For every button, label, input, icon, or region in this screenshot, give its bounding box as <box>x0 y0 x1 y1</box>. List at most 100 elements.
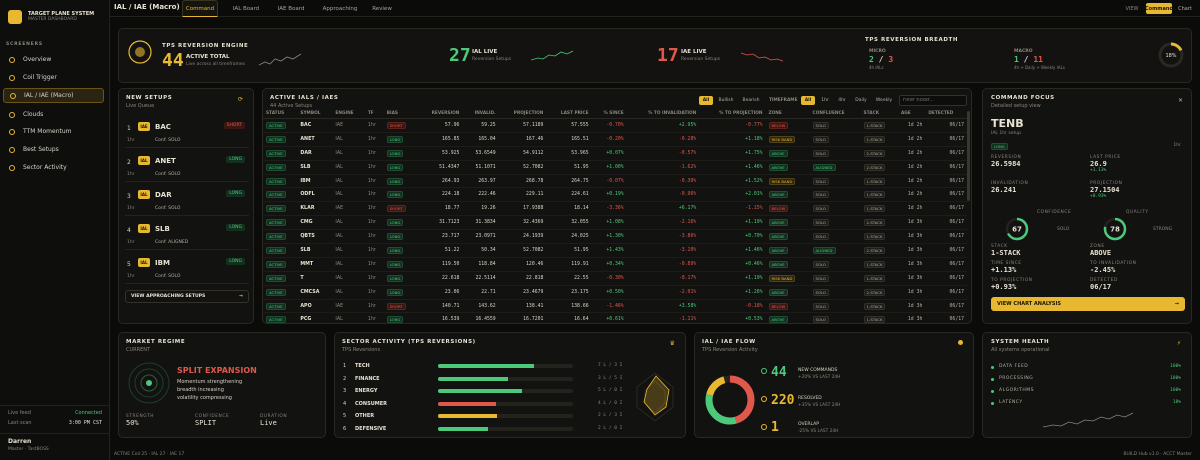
table-row[interactable]: ACTIVE MMT IAL 1hr LONG 119.50 118.84 120.46 119… <box>263 257 967 272</box>
tf-filter-all[interactable]: All <box>801 96 815 105</box>
sector-row[interactable]: 5 OTHER 2 L / 3 I <box>343 411 622 423</box>
column-header[interactable]: TF <box>364 109 384 119</box>
table-cell: 264.75 <box>546 174 592 189</box>
table-cell: 57.555 <box>546 118 592 133</box>
quality-label: QUALITY <box>1126 210 1149 215</box>
breadth-percent: 18% <box>1165 53 1176 59</box>
table-cell: IAL <box>332 243 365 258</box>
column-header[interactable]: ENGINE <box>332 109 365 119</box>
sidebar-item-coil-trigger[interactable]: Coil Trigger <box>3 70 104 85</box>
tab-ial-board[interactable]: IAL Board <box>230 0 262 17</box>
column-header[interactable]: AGE <box>897 109 926 119</box>
cell-badge: SOLO <box>812 135 829 143</box>
table-cell: 118.84 <box>462 257 499 272</box>
table-cell: 1-STACK <box>860 299 898 314</box>
tf-filter-1hr[interactable]: 1hr <box>818 96 832 105</box>
sidebar-item-label: Best Setups <box>23 146 59 153</box>
table-row[interactable]: ACTIVE KLAR IAE 1hr SHORT 18.77 19.26 17.9388 18… <box>263 201 967 217</box>
column-header[interactable]: STATUS <box>263 109 298 119</box>
tf-filter-daily[interactable]: Daily <box>852 96 870 105</box>
sector-row[interactable]: 3 ENERGY 5 L / 0 I <box>343 386 622 398</box>
view-approaching-button[interactable]: VIEW APPROACHING SETUPS → <box>125 290 249 303</box>
table-row[interactable]: ACTIVE QBTS IAL 1hr LONG 23.717 23.0971 24.1939… <box>263 229 967 245</box>
column-header[interactable]: REVERSION <box>417 109 463 119</box>
column-header[interactable]: % SINCE <box>591 109 627 119</box>
close-icon[interactable]: ✕ <box>1178 97 1183 104</box>
sidebar-item-best-setups[interactable]: Best Setups <box>3 142 104 157</box>
column-header[interactable]: DETECTED <box>925 109 967 119</box>
table-row[interactable]: ACTIVE IBM IAL 1hr LONG 264.93 263.97 268.78 264… <box>263 174 967 189</box>
tab-review[interactable]: Review <box>368 0 396 17</box>
status-dot-icon <box>991 390 994 393</box>
setup-card[interactable]: 1 IAE BAC SHORT 1hr Conf: SOLO <box>125 117 249 148</box>
cell-badge: 1-STACK <box>863 233 886 241</box>
command-view-button[interactable]: Command <box>1145 3 1173 14</box>
column-header[interactable]: % TO INVALIDATION <box>626 109 700 119</box>
macro-a: 1 <box>1014 55 1019 64</box>
tf-filter-4hr[interactable]: 4hr <box>835 96 849 105</box>
column-header[interactable]: % TO PROJECTION <box>699 109 766 119</box>
table-scrollbar[interactable] <box>967 111 970 201</box>
table-row[interactable]: ACTIVE ANET IAL 1hr LONG 165.85 165.04 167.46 16… <box>263 132 967 147</box>
table-row[interactable]: ACTIVE SLB IAL 1hr LONG 51.22 50.34 52.7082 51.9… <box>263 243 967 258</box>
table-cell: BAC <box>297 118 333 133</box>
column-header[interactable]: ZONE <box>765 109 810 119</box>
sector-row[interactable]: 6 DEFENSIVE 2 L / 0 I <box>343 424 622 436</box>
view-chart-analysis-button[interactable]: VIEW CHART ANALYSIS → <box>991 297 1185 311</box>
column-header[interactable]: LAST PRICE <box>546 109 592 119</box>
sector-row[interactable]: 2 FINANCE 3 L / 5 I <box>343 374 622 386</box>
setup-card[interactable]: 5 IAL IBM LONG 1hr Conf: SOLO <box>125 253 249 284</box>
column-header[interactable]: CONFLUENCE <box>809 109 861 119</box>
table-row[interactable]: ACTIVE BAC IAE 1hr SHORT 57.96 59.25 57.1189 57.… <box>263 118 967 133</box>
table-cell: ABOVE <box>765 146 810 161</box>
sidebar-item-overview[interactable]: Overview <box>3 52 104 67</box>
sector-stat: 7 L / 3 I <box>598 363 623 368</box>
table-row[interactable]: ACTIVE CMG IAL 1hr LONG 31.7123 31.3834 32.4369… <box>263 215 967 231</box>
sidebar-item-ial-iae[interactable]: IAL / IAE (Macro) <box>3 88 104 103</box>
tab-command[interactable]: Command <box>182 0 218 17</box>
column-header[interactable]: INVALID. <box>462 109 499 119</box>
table-row[interactable]: ACTIVE CMCSA IAL 1hr LONG 23.06 22.71 23.4679 23… <box>263 285 967 300</box>
user-profile[interactable]: Darren Master · TastBOSS <box>0 433 110 456</box>
timeframe-label: TIMEFRAME <box>769 98 798 103</box>
sidebar-item-clouds[interactable]: Clouds <box>3 107 104 122</box>
column-header[interactable]: SYMBOL <box>297 109 333 119</box>
column-header[interactable]: PROJECTION <box>498 109 547 119</box>
sidebar-item-ttm-momentum[interactable]: TTM Momentum <box>3 124 104 139</box>
table-cell: -0.30% <box>591 271 627 286</box>
column-header[interactable]: BIAS <box>383 109 418 119</box>
table-cell: ACTIVE <box>263 312 298 323</box>
health-row: LATENCY 18% <box>991 399 1181 409</box>
table-row[interactable]: ACTIVE PCG IAL 1hr LONG 16.539 16.4559 16.7201 1… <box>263 312 967 323</box>
setup-card[interactable]: 2 IAL ANET LONG 1hr Conf: SOLO <box>125 151 249 182</box>
table-row[interactable]: ACTIVE DAR IAL 1hr LONG 53.925 53.6549 54.9112 5… <box>263 146 967 161</box>
tab-approaching[interactable]: Approaching <box>320 0 360 17</box>
tab-iae-board[interactable]: IAE Board <box>275 0 307 17</box>
table-cell: -0.30% <box>626 174 700 189</box>
sector-row[interactable]: 4 CONSUMER 4 L / 0 I <box>343 399 622 411</box>
table-row[interactable]: ACTIVE T IAL 1hr LONG 22.618 22.5114 22.818 22.5… <box>263 271 967 286</box>
table-row[interactable]: ACTIVE APO IAE 1hr SHORT 140.71 143.62 138.41 13… <box>263 299 967 314</box>
cell-badge: SOLO <box>812 121 829 129</box>
chart-view-button[interactable]: Chart <box>1174 3 1196 14</box>
table-cell: 138.66 <box>546 299 592 314</box>
ticker-filter-input[interactable] <box>899 95 967 106</box>
table-cell: 1hr <box>364 160 384 175</box>
side-filter-bullish[interactable]: Bullish <box>715 96 737 105</box>
macro-separator: / <box>1023 55 1029 64</box>
column-header[interactable]: STACK <box>860 109 898 119</box>
table-row[interactable]: ACTIVE ODFL IAL 1hr LONG 224.18 222.46 229.11 22… <box>263 187 967 203</box>
tf-filter-weekly[interactable]: Weekly <box>873 96 895 105</box>
to-projection-value: +0.93% <box>991 283 1017 291</box>
cell-badge: LONG <box>386 316 404 323</box>
side-filter-all[interactable]: All <box>699 96 713 105</box>
refresh-icon[interactable]: ⟳ <box>238 96 243 103</box>
side-filter-bearish[interactable]: Bearish <box>740 96 762 105</box>
setup-card[interactable]: 3 IAL DAR LONG 1hr Conf: SOLO <box>125 185 249 216</box>
table-cell: ABOVE <box>765 257 810 272</box>
sector-row[interactable]: 1 TECH 7 L / 3 I <box>343 361 622 373</box>
table-row[interactable]: ACTIVE SLB IAL 1hr LONG 51.4347 51.1071 52.7082… <box>263 160 967 175</box>
setup-card[interactable]: 4 IAL SLB LONG 1hr Conf: ALIGNED <box>125 219 249 250</box>
sidebar-item-sector-activity[interactable]: Sector Activity <box>3 160 104 175</box>
focus-title: COMMAND FOCUS <box>991 95 1055 101</box>
